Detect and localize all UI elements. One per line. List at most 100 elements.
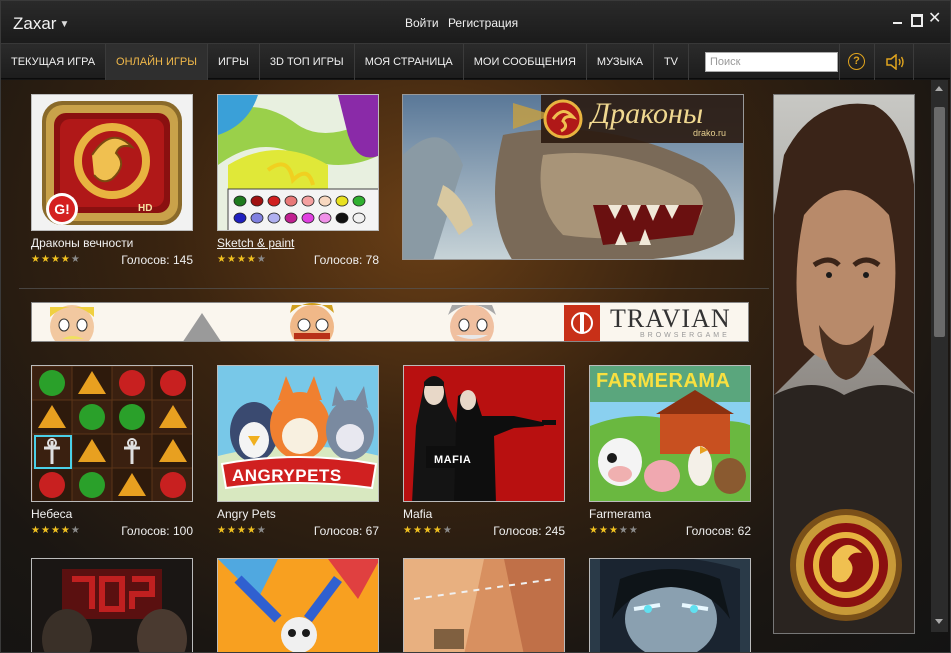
game-tile[interactable]: Небеса ★ ★ ★ ★ ★ Голосов: 100 bbox=[31, 365, 193, 541]
star-icon: ★ bbox=[256, 254, 266, 265]
game-tile[interactable]: FARMERAMA Farmerama ★ ★ ★ ★ ★ Голосов: 62 bbox=[589, 365, 751, 541]
rating-stars: ★ ★ ★ ★ ★ bbox=[217, 254, 266, 266]
game-title[interactable]: Небеса bbox=[31, 507, 72, 521]
game-thumbnail[interactable] bbox=[217, 94, 379, 231]
star-icon: ★ bbox=[628, 525, 638, 536]
star-icon: ★ bbox=[412, 525, 422, 536]
sound-icon[interactable] bbox=[885, 54, 905, 70]
star-icon: ★ bbox=[40, 525, 50, 536]
dragons-banner-site: drako.ru bbox=[693, 128, 727, 138]
games-grid: G! HD Драконы вечности ★ ★ ★ ★ ★ Голосов: 14… bbox=[1, 80, 950, 652]
game-tile[interactable] bbox=[217, 558, 379, 652]
game-tile[interactable]: Sketch & paint ★ ★ ★ ★ ★ Голосов: 78 bbox=[217, 94, 379, 270]
star-icon: ★ bbox=[236, 254, 246, 265]
rating-stars: ★ ★ ★ ★ ★ bbox=[589, 525, 638, 537]
star-icon: ★ bbox=[50, 254, 60, 265]
scroll-up-icon[interactable] bbox=[935, 86, 943, 91]
dragons-banner[interactable]: Драконы drako.ru bbox=[402, 94, 744, 260]
nav-3d-top-games[interactable]: 3D ТОП ИГРЫ bbox=[260, 44, 355, 80]
game-thumbnail[interactable]: MAFIA bbox=[403, 365, 565, 502]
travian-logo: TRAVIAN bbox=[610, 304, 731, 333]
star-icon: ★ bbox=[60, 525, 70, 536]
svg-text:G!: G! bbox=[54, 201, 70, 217]
register-link[interactable]: Регистрация bbox=[448, 16, 518, 30]
star-icon: ★ bbox=[598, 525, 608, 536]
travian-subtitle: BROWSERGAME bbox=[640, 332, 730, 339]
nav-tv[interactable]: TV bbox=[654, 44, 690, 80]
game-thumbnail[interactable]: FARMERAMA bbox=[589, 365, 751, 502]
game-tile[interactable] bbox=[403, 558, 565, 652]
login-link[interactable]: Войти bbox=[405, 16, 439, 30]
angry-pets-logo: ANGRYPETS bbox=[232, 466, 342, 485]
votes-count: Голосов: 245 bbox=[493, 524, 565, 538]
nav-divider bbox=[839, 44, 840, 80]
votes-count: Голосов: 100 bbox=[121, 524, 193, 538]
game-thumbnail[interactable]: ANGRYPETS bbox=[217, 365, 379, 502]
rating-stars: ★ ★ ★ ★ ★ bbox=[217, 525, 266, 537]
game-thumbnail[interactable] bbox=[589, 558, 751, 652]
app-menu[interactable]: Zaxar ▼ bbox=[13, 14, 69, 34]
title-bar: Zaxar ▼ Войти Регистрация ✕ bbox=[1, 1, 950, 43]
game-title[interactable]: Angry Pets bbox=[217, 507, 276, 521]
game-thumbnail[interactable] bbox=[217, 558, 379, 652]
game-tile[interactable] bbox=[589, 558, 751, 652]
star-icon: ★ bbox=[403, 525, 412, 536]
game-tile[interactable]: ANGRYPETS Angry Pets ★ ★ ★ ★ ★ Голосов: 67 bbox=[217, 365, 379, 541]
close-icon[interactable]: ✕ bbox=[928, 11, 941, 27]
vertical-scrollbar[interactable] bbox=[931, 80, 948, 632]
game-title[interactable]: Mafia bbox=[403, 507, 432, 521]
votes-count: Голосов: 78 bbox=[313, 253, 379, 267]
nav-music[interactable]: МУЗЫКА bbox=[587, 44, 654, 80]
star-icon: ★ bbox=[70, 525, 80, 536]
rating-stars: ★ ★ ★ ★ ★ bbox=[31, 254, 80, 266]
nav-games[interactable]: ИГРЫ bbox=[208, 44, 260, 80]
side-ad-banner[interactable] bbox=[773, 94, 915, 634]
star-icon: ★ bbox=[618, 525, 628, 536]
app-window: Zaxar ▼ Войти Регистрация ✕ ТЕКУЩАЯ ИГРА … bbox=[0, 0, 951, 653]
game-title[interactable]: Farmerama bbox=[589, 507, 651, 521]
star-icon: ★ bbox=[31, 525, 40, 536]
maximize-icon[interactable] bbox=[910, 12, 923, 27]
hd-badge: HD bbox=[138, 203, 153, 214]
game-thumbnail[interactable] bbox=[31, 365, 193, 502]
star-icon: ★ bbox=[60, 254, 70, 265]
auth-links: Войти Регистрация bbox=[405, 16, 524, 30]
game-tile[interactable]: G! HD Драконы вечности ★ ★ ★ ★ ★ Голосов: 14… bbox=[31, 94, 193, 270]
game-thumbnail[interactable]: G! HD bbox=[31, 94, 193, 231]
star-icon: ★ bbox=[236, 525, 246, 536]
nav-my-page[interactable]: МОЯ СТРАНИЦА bbox=[355, 44, 464, 80]
star-icon: ★ bbox=[256, 525, 266, 536]
search-input[interactable] bbox=[705, 52, 838, 72]
star-icon: ★ bbox=[226, 254, 236, 265]
nav-bar: ТЕКУЩАЯ ИГРА ОНЛАЙН ИГРЫ ИГРЫ 3D ТОП ИГР… bbox=[1, 43, 950, 80]
minimize-icon[interactable] bbox=[892, 12, 904, 26]
star-icon: ★ bbox=[70, 254, 80, 265]
game-title[interactable]: Драконы вечности bbox=[31, 236, 133, 250]
star-icon: ★ bbox=[217, 254, 226, 265]
star-icon: ★ bbox=[40, 254, 50, 265]
nav-current-game[interactable]: ТЕКУЩАЯ ИГРА bbox=[1, 44, 107, 80]
section-divider bbox=[19, 288, 769, 289]
star-icon: ★ bbox=[50, 525, 60, 536]
star-icon: ★ bbox=[589, 525, 598, 536]
nav-my-messages[interactable]: МОИ СООБЩЕНИЯ bbox=[464, 44, 587, 80]
star-icon: ★ bbox=[422, 525, 432, 536]
game-tile[interactable] bbox=[31, 558, 193, 652]
nav-divider bbox=[913, 44, 914, 80]
help-icon[interactable]: ? bbox=[848, 53, 865, 70]
star-icon: ★ bbox=[226, 525, 236, 536]
star-icon: ★ bbox=[246, 254, 256, 265]
mafia-logo: MAFIA bbox=[434, 454, 472, 466]
game-thumbnail[interactable] bbox=[403, 558, 565, 652]
star-icon: ★ bbox=[432, 525, 442, 536]
rating-stars: ★ ★ ★ ★ ★ bbox=[403, 525, 452, 537]
scroll-down-icon[interactable] bbox=[935, 619, 943, 624]
caret-down-icon: ▼ bbox=[59, 19, 70, 30]
travian-banner[interactable]: TRAVIAN BROWSERGAME bbox=[31, 302, 749, 342]
dragons-banner-title: Драконы bbox=[591, 97, 704, 130]
scrollbar-thumb[interactable] bbox=[934, 107, 945, 337]
game-tile[interactable]: MAFIA Mafia ★ ★ ★ ★ ★ Голосов: 245 bbox=[403, 365, 565, 541]
game-thumbnail[interactable] bbox=[31, 558, 193, 652]
game-title[interactable]: Sketch & paint bbox=[217, 236, 294, 250]
nav-online-games[interactable]: ОНЛАЙН ИГРЫ bbox=[106, 44, 208, 80]
